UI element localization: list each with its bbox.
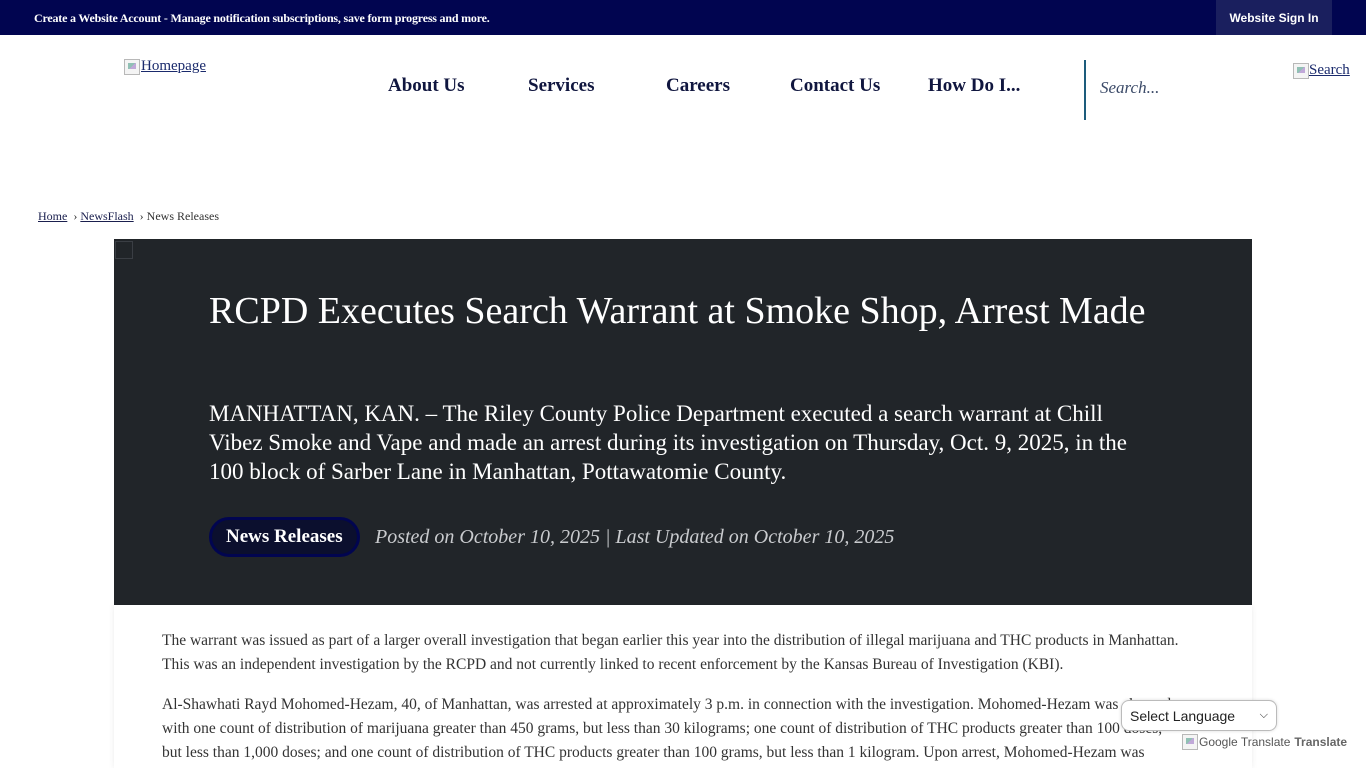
language-select-label: Select Language [1130, 707, 1236, 724]
nav-services[interactable]: Services [528, 75, 594, 97]
breadcrumb-newsflash[interactable]: NewsFlash [80, 209, 133, 223]
top-utility-bar: Create a Website Account - Manage notifi… [0, 0, 1366, 35]
google-translate-alt: Google Translate [1199, 735, 1291, 749]
nav-how-do-i[interactable]: How Do I... [928, 75, 1020, 97]
article-lede: MANHATTAN, KAN. – The Riley County Polic… [209, 401, 1128, 484]
article-paragraph: The warrant was issued as part of a larg… [162, 632, 1179, 673]
create-account-description: - Manage notification subscriptions, sav… [161, 11, 490, 25]
search-button[interactable]: Search [1293, 62, 1350, 79]
nav-contact-us[interactable]: Contact Us [790, 75, 880, 97]
article-hero: RCPD Executes Search Warrant at Smoke Sh… [114, 239, 1252, 605]
article-body: The warrant was issued as part of a larg… [114, 605, 1252, 768]
post-date-meta: Posted on October 10, 2025 | Last Update… [375, 526, 895, 548]
search-button-alt: Search [1309, 62, 1350, 78]
article-title: RCPD Executes Search Warrant at Smoke Sh… [209, 290, 1146, 332]
google-logo-icon [1182, 734, 1198, 750]
homepage-logo-alt: Homepage [141, 58, 206, 74]
translate-text: Translate [1294, 735, 1348, 749]
create-account-link[interactable]: Create a Website Account - Manage notifi… [34, 11, 490, 26]
search-input[interactable] [1100, 78, 1280, 98]
search-icon [1293, 62, 1309, 79]
category-tag-button[interactable]: News Releases [209, 517, 360, 557]
google-translate-attribution[interactable]: Google Translate Translate [1182, 734, 1347, 750]
breadcrumb-separator: › [73, 209, 78, 223]
homepage-logo-link[interactable]: Homepage [124, 58, 206, 75]
website-sign-in-button[interactable]: Website Sign In [1216, 0, 1332, 35]
breadcrumb-current: News Releases [146, 209, 219, 223]
create-account-label: Create a Website Account [34, 11, 162, 25]
nav-careers[interactable]: Careers [666, 75, 730, 97]
broken-image-icon [124, 58, 140, 75]
chevron-down-icon: ⌵ [1259, 709, 1268, 721]
breadcrumb-separator: › [139, 209, 144, 223]
language-select[interactable]: Select Language ⌵ [1121, 700, 1277, 731]
hero-image [115, 241, 133, 259]
nav-about-us[interactable]: About Us [388, 75, 465, 97]
article-paragraph: Al-Shawhati Rayd Mohomed-Hezam, 40, of M… [162, 696, 1172, 761]
search-box [1084, 60, 1280, 120]
breadcrumb: Home › NewsFlash › News Releases [38, 209, 219, 224]
breadcrumb-home[interactable]: Home [38, 209, 67, 223]
